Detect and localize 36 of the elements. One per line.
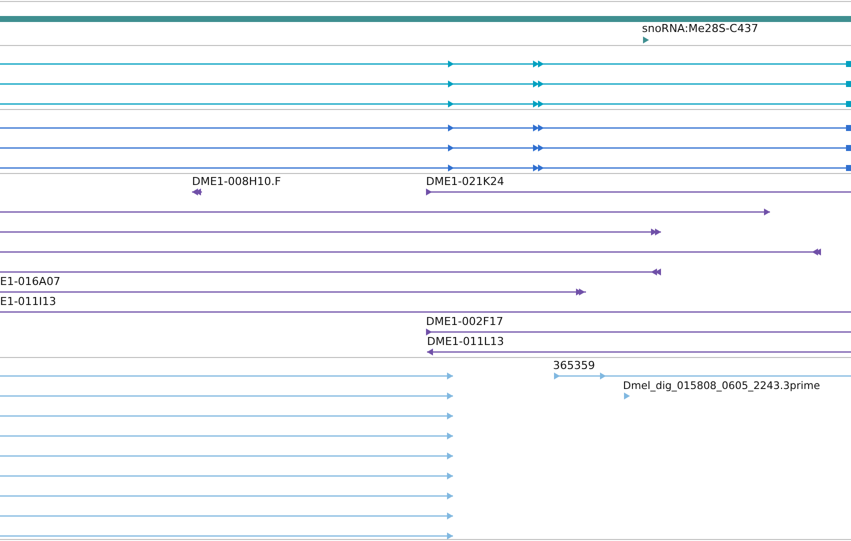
- est-alignment[interactable]: [0, 432, 453, 440]
- transcript-feature[interactable]: [0, 144, 851, 152]
- feature-label: DME1-021K24: [426, 176, 504, 188]
- feature-label: DME1-011L13: [427, 336, 504, 348]
- est-alignment[interactable]: [0, 452, 453, 460]
- est-alignment[interactable]: [0, 472, 453, 480]
- gene-feature[interactable]: [643, 36, 649, 44]
- feature-label: DME1-002F17: [426, 316, 504, 328]
- est-alignment[interactable]: [554, 372, 851, 380]
- est-alignment[interactable]: [0, 532, 453, 540]
- est-alignment[interactable]: [0, 372, 453, 380]
- est-alignment[interactable]: [624, 392, 630, 400]
- transcript-feature[interactable]: [0, 100, 851, 108]
- feature-label: snoRNA:Me28S-C437: [642, 23, 758, 35]
- feature-label: E1-011I13: [0, 296, 56, 308]
- clone-alignment[interactable]: [0, 268, 661, 276]
- transcript-feature[interactable]: [0, 60, 851, 68]
- clone-alignment[interactable]: [426, 188, 851, 196]
- clone-alignment[interactable]: [0, 228, 661, 236]
- transcript-feature[interactable]: [0, 124, 851, 132]
- transcript-feature[interactable]: [0, 80, 851, 88]
- feature-label: DME1-008H10.F: [192, 176, 281, 188]
- clone-alignment[interactable]: [192, 188, 202, 196]
- est-alignment[interactable]: [0, 392, 453, 400]
- clone-alignment[interactable]: [426, 328, 851, 336]
- clone-alignment[interactable]: [0, 208, 770, 216]
- est-alignment[interactable]: [0, 412, 453, 420]
- est-alignment[interactable]: [0, 492, 453, 500]
- feature-label: E1-016A07: [0, 276, 60, 288]
- clone-alignment[interactable]: [427, 348, 851, 356]
- feature-label: 365359: [553, 360, 595, 372]
- est-alignment[interactable]: [0, 512, 453, 520]
- clone-alignment[interactable]: [0, 248, 821, 256]
- feature-label: Dmel_dig_015808_0605_2243.3prime: [623, 380, 820, 392]
- transcript-feature[interactable]: [0, 164, 851, 172]
- clone-alignment[interactable]: [0, 288, 586, 296]
